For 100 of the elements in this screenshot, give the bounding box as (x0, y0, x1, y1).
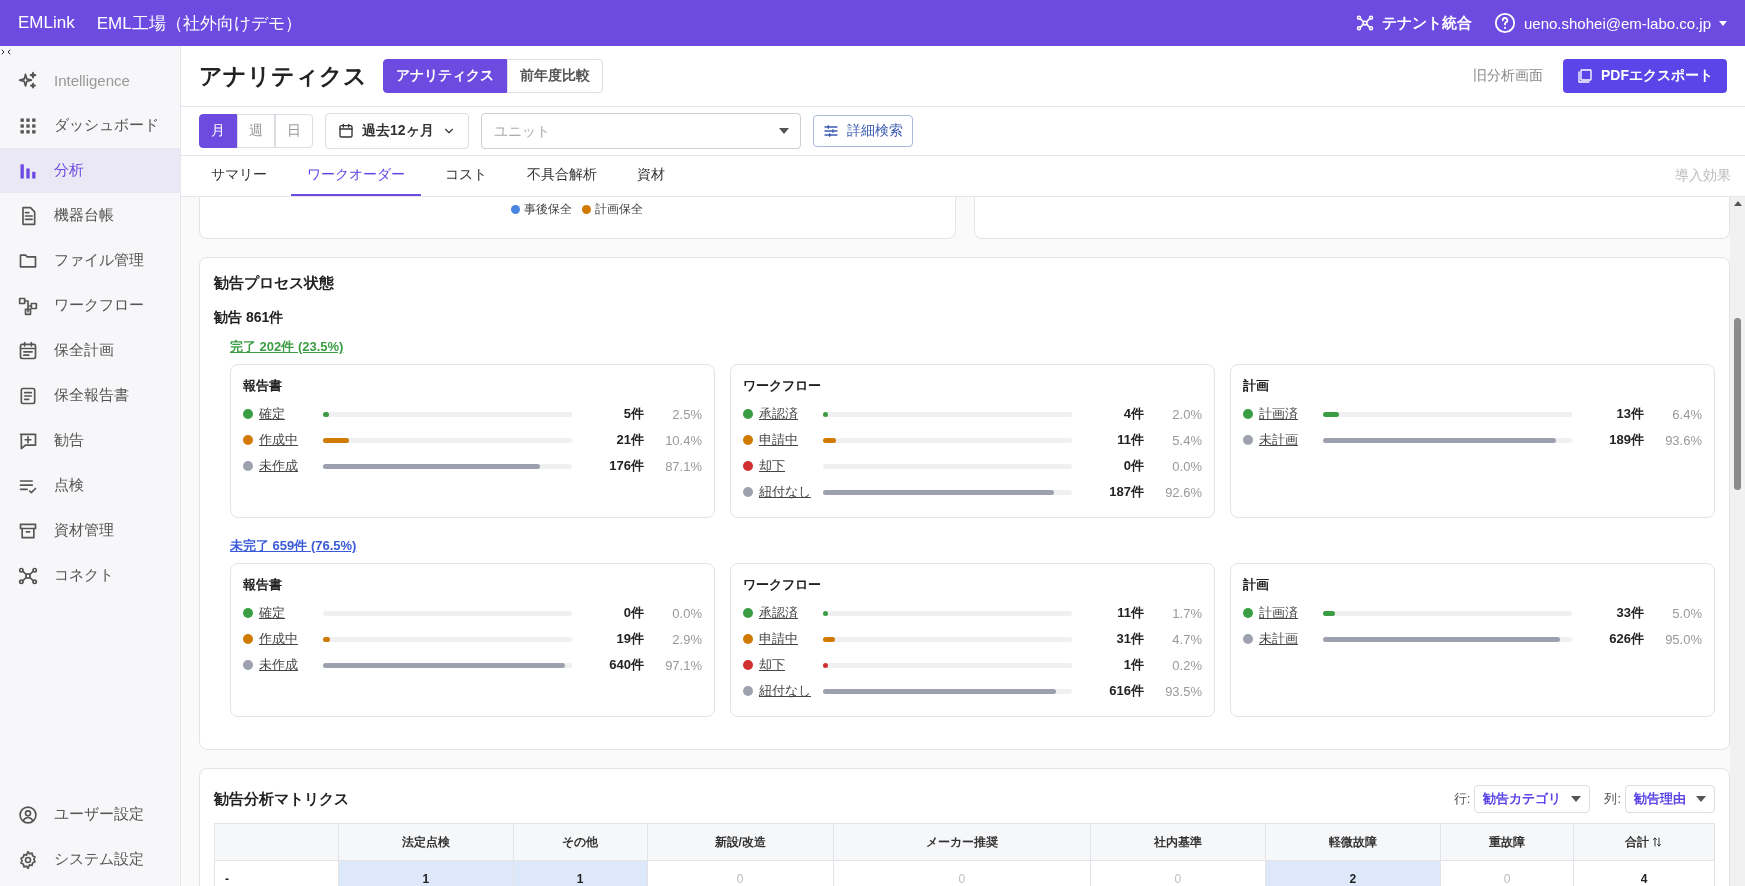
caret-icon (778, 128, 789, 134)
status-link[interactable]: 申請中 (759, 631, 798, 646)
percentage: 0.2% (1171, 657, 1202, 673)
network-icon (1356, 14, 1374, 32)
card-title: 計画 (1243, 377, 1270, 395)
status-link[interactable]: 却下 (759, 458, 785, 473)
sidebar-item[interactable]: 保全計画 (0, 328, 180, 373)
section-title: 勧告分析マトリクス (214, 789, 349, 809)
column-header: 社内基準 (1090, 823, 1266, 861)
status-link[interactable]: 未計画 (1259, 432, 1298, 447)
status-link[interactable]: 作成中 (259, 631, 298, 646)
sidebar-item[interactable]: 機器台帳 (0, 193, 180, 238)
count: 0件 (1122, 457, 1144, 475)
percentage: 87.1% (664, 458, 702, 474)
section-title: 勧告プロセス状態 (214, 274, 335, 293)
sidebar-item[interactable]: 分析 (0, 148, 180, 193)
user-menu[interactable]: ueno.shohei@em-labo.co.jp (1494, 12, 1727, 34)
help-icon (1494, 12, 1516, 34)
sidebar-item[interactable]: 勧告 (0, 418, 180, 463)
count: 640件 (608, 656, 644, 674)
row-select[interactable]: 勧告カテゴリ (1474, 785, 1591, 813)
row-header: - (214, 860, 339, 886)
count: 19件 (615, 630, 644, 648)
percentage: 5.0% (1671, 605, 1702, 621)
pdf-export-button[interactable]: PDFエクスポート (1563, 59, 1727, 93)
advanced-search-button[interactable]: 詳細検索 (812, 115, 913, 147)
column-header: 新設/改造 (647, 823, 834, 861)
sidebar-item[interactable]: ダッシュボード (0, 103, 180, 148)
count: 21件 (615, 431, 644, 449)
card-title: 報告書 (243, 576, 283, 594)
card-title: 計画 (1243, 576, 1270, 594)
period-toggle[interactable]: 月 (199, 114, 237, 148)
date-range-dropdown[interactable]: 過去12ヶ月 (325, 113, 469, 149)
sidebar-item[interactable]: ファイル管理 (0, 238, 180, 283)
view-toggle[interactable]: アナリティクス (383, 59, 507, 93)
status-link[interactable]: 却下 (759, 657, 785, 672)
tab[interactable]: サマリー (195, 156, 283, 196)
column-header[interactable]: 合計 (1573, 823, 1715, 861)
status-link[interactable]: 承認済 (759, 605, 798, 620)
total-count: 勧告 861件 (214, 309, 285, 327)
sidebar-item[interactable]: ユーザー設定 (0, 792, 180, 837)
sparkle-icon (18, 70, 38, 91)
count: 189件 (1608, 431, 1644, 449)
status-link[interactable]: 申請中 (759, 432, 798, 447)
status-link[interactable]: 紐付なし (759, 484, 811, 499)
status-link[interactable]: 未作成 (259, 657, 298, 672)
status-link[interactable]: 紐付なし (759, 683, 811, 698)
card-title: 報告書 (243, 377, 283, 395)
count: 616件 (1108, 682, 1144, 700)
sidebar-item[interactable]: 保全報告書 (0, 373, 180, 418)
user-email: ueno.shohei@em-labo.co.jp (1524, 14, 1711, 32)
percentage: 92.6% (1164, 484, 1202, 500)
sidebar-item[interactable]: 資材管理 (0, 508, 180, 553)
page-title: アナリティクス (199, 61, 367, 91)
column-header: メーカー推奨 (833, 823, 1091, 861)
percentage: 93.5% (1164, 683, 1202, 699)
sidebar-item[interactable]: システム設定 (0, 837, 180, 882)
group-link[interactable]: 未完了 659件 (76.5%) (230, 537, 357, 555)
calendar-icon (338, 123, 354, 139)
tab[interactable]: 資材 (621, 156, 681, 196)
count: 11件 (1116, 604, 1144, 622)
status-link[interactable]: 未作成 (259, 458, 298, 473)
column-select[interactable]: 勧告理由 (1625, 785, 1715, 813)
view-toggle[interactable]: 前年度比較 (507, 59, 603, 93)
network-icon (18, 565, 38, 586)
brand-name[interactable]: EMLink (18, 13, 75, 33)
column-header: 法定点検 (338, 823, 514, 861)
legend-label: 計画保全 (595, 201, 644, 218)
legend-label: 事後保全 (524, 201, 573, 218)
status-link[interactable]: 確定 (259, 406, 285, 421)
status-link[interactable]: 未計画 (1259, 631, 1298, 646)
status-link[interactable]: 確定 (259, 605, 285, 620)
card-title: ワークフロー (743, 377, 822, 395)
percentage: 2.5% (671, 406, 702, 422)
status-link[interactable]: 計画済 (1259, 605, 1298, 620)
tab[interactable]: 不具合解析 (511, 156, 613, 196)
sidebar-item[interactable]: ワークフロー (0, 283, 180, 328)
percentage: 95.0% (1664, 631, 1702, 647)
count: 176件 (608, 457, 644, 475)
column-header: 重故障 (1440, 823, 1574, 861)
status-link[interactable]: 作成中 (259, 432, 298, 447)
tenant-link[interactable]: テナント統合 (1356, 13, 1472, 33)
status-link[interactable]: 承認済 (759, 406, 798, 421)
sidebar-item[interactable]: 点検 (0, 463, 180, 508)
sidebar-item[interactable]: コネクト (0, 553, 180, 598)
old-analysis-link[interactable]: 旧分析画面 (1473, 67, 1543, 85)
percentage: 2.0% (1171, 406, 1202, 422)
tab[interactable]: コスト (429, 156, 503, 196)
scrollbar[interactable] (1730, 197, 1745, 886)
percentage: 2.9% (671, 631, 702, 647)
count: 11件 (1116, 431, 1144, 449)
user-icon (18, 804, 38, 825)
table-cell: 2 (1265, 860, 1441, 886)
caret-icon (1719, 20, 1727, 26)
percentage: 0.0% (1171, 458, 1202, 474)
status-link[interactable]: 計画済 (1259, 406, 1298, 421)
count: 187件 (1108, 483, 1144, 501)
count: 33件 (1615, 604, 1644, 622)
workspace-name: EML工場（社外向けデモ） (96, 12, 302, 35)
unit-select[interactable]: ユニット (480, 113, 801, 149)
